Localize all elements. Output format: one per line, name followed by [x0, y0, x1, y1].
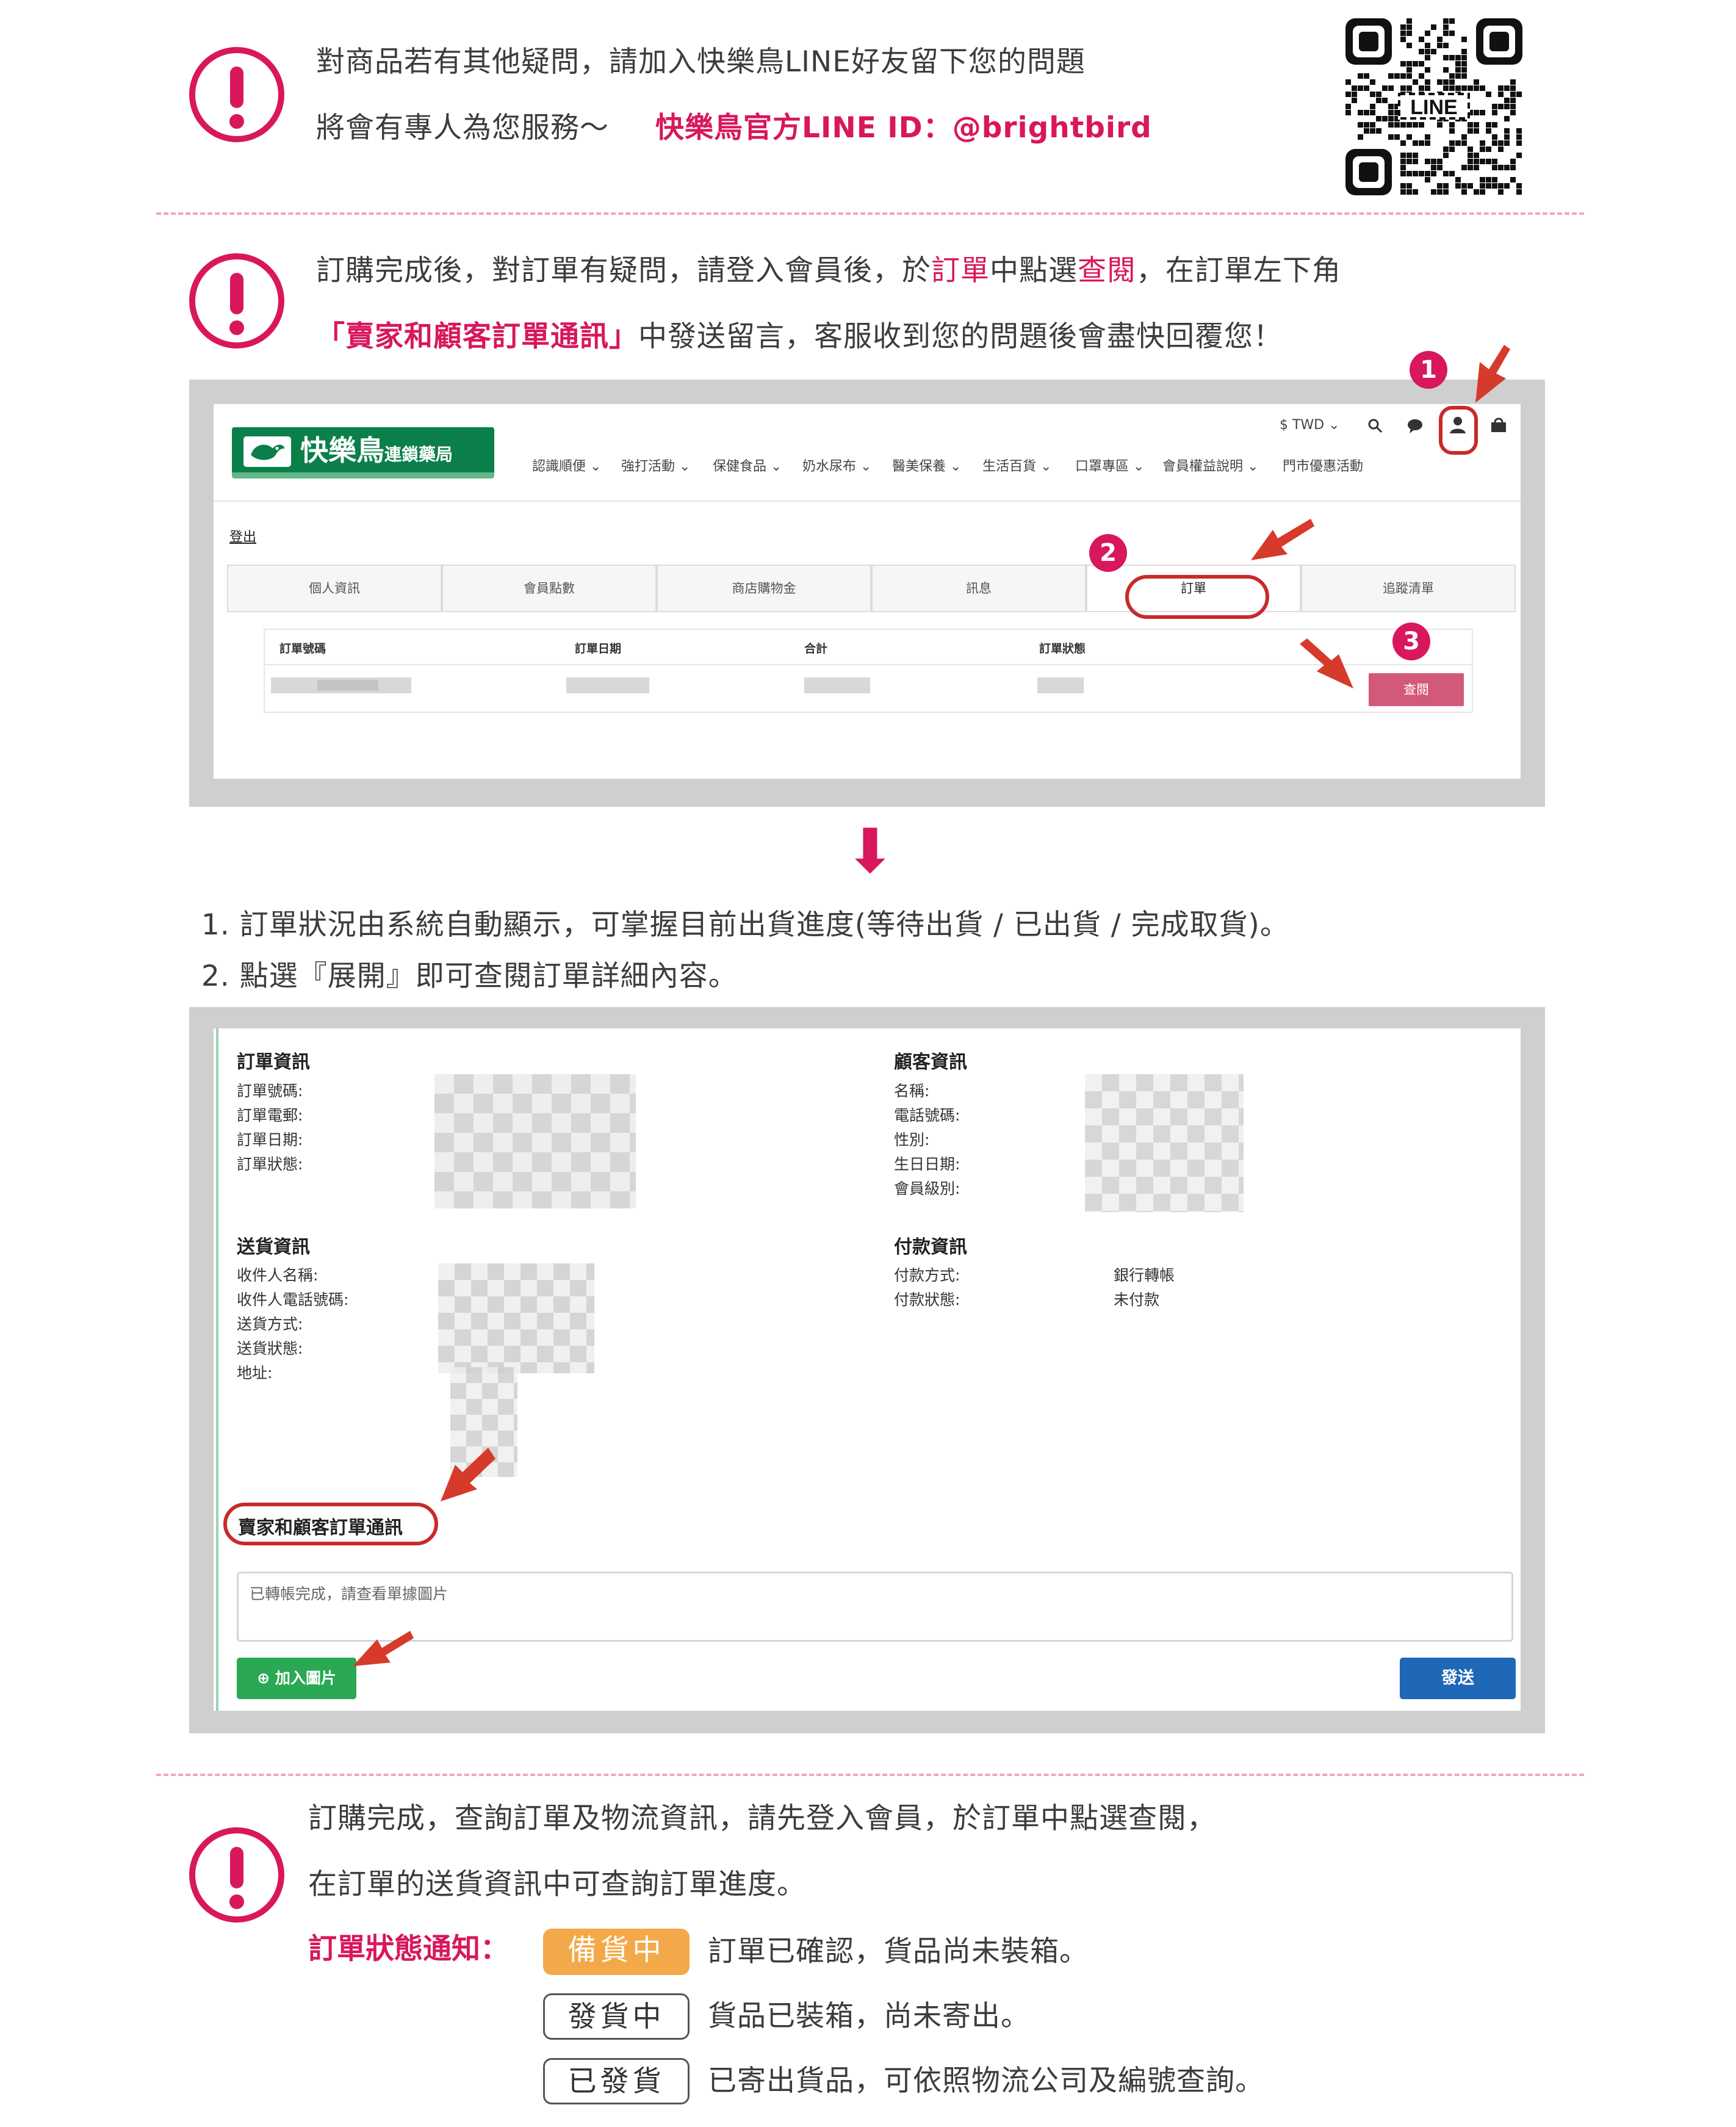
status-chip-shipping: 發貨中	[543, 1993, 690, 2040]
instruction-1: 1. 訂單狀況由系統自動顯示，可掌握目前出貨進度(等待出貨 / 已出貨 / 完成…	[201, 908, 1289, 942]
section-divider	[156, 1774, 1584, 1776]
status-desc-preparing: 訂單已確認，貨品尚未裝箱。	[708, 1935, 1089, 1968]
field-label: 收件人電話號碼:	[237, 1291, 349, 1309]
field-label: 付款狀態:	[894, 1291, 960, 1309]
customer-info-title: 顧客資訊	[894, 1052, 967, 1073]
notice3-line1: 訂購完成，查詢訂單及物流資訊，請先登入會員，於訂單中點選查閱，	[308, 1802, 1216, 1835]
notice3-line2: 在訂單的送貨資訊中可查詢訂單進度。	[308, 1868, 806, 1901]
field-label: 性別:	[894, 1131, 930, 1149]
blurred-customer-values	[1085, 1074, 1244, 1212]
down-arrow-icon: ⬇	[845, 815, 896, 887]
field-label: 電話號碼:	[894, 1107, 960, 1124]
status-chip-preparing: 備貨中	[543, 1929, 690, 1975]
field-label: 送貨方式:	[237, 1315, 303, 1333]
field-label: 名稱:	[894, 1082, 930, 1100]
status-desc-shipped: 已寄出貨品，可依照物流公司及編號查詢。	[708, 2064, 1264, 2098]
field-label: 生日日期:	[894, 1155, 960, 1173]
field-label: 訂單號碼:	[237, 1082, 303, 1100]
field-label: 會員級別:	[894, 1180, 960, 1197]
field-label: 訂單日期:	[237, 1131, 303, 1149]
field-label: 地址:	[237, 1364, 273, 1382]
alert-icon	[189, 1827, 284, 1923]
blurred-delivery-values	[438, 1263, 594, 1373]
field-label: 訂單狀態:	[237, 1155, 303, 1173]
annotation-arrows-2	[353, 1448, 495, 1666]
payment-info-title: 付款資訊	[894, 1237, 967, 1258]
order-info-title: 訂單資訊	[237, 1052, 310, 1073]
delivery-info-title: 送貨資訊	[237, 1237, 310, 1258]
field-value: 銀行轉帳	[1114, 1266, 1175, 1284]
field-label: 付款方式:	[894, 1266, 960, 1284]
field-label: 訂單電郵:	[237, 1107, 303, 1124]
status-chip-shipped: 已發貨	[543, 2058, 690, 2104]
instruction-2: 2. 點選『展開』即可查閱訂單詳細內容。	[201, 959, 738, 993]
blurred-order-values	[434, 1074, 636, 1208]
status-notice-label: 訂單狀態通知：	[308, 1932, 509, 1966]
status-desc-shipping: 貨品已裝箱，尚未寄出。	[708, 1999, 1030, 2033]
field-value: 未付款	[1114, 1291, 1160, 1309]
annotation-arrows	[1251, 345, 1510, 688]
field-label: 收件人名稱:	[237, 1266, 319, 1284]
field-label: 送貨狀態:	[237, 1340, 303, 1357]
